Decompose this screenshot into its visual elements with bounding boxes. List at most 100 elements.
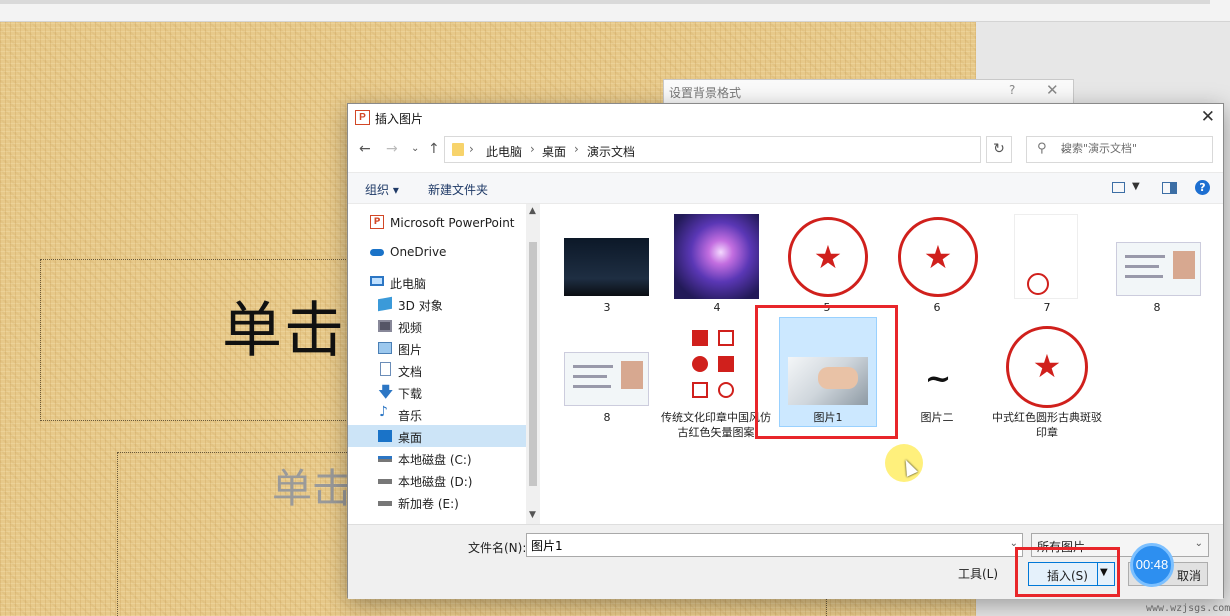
id-card-thumbnail <box>1116 242 1201 296</box>
sidebar-item-label: 此电脑 <box>390 277 427 291</box>
sidebar-item-label: Microsoft PowerPoint <box>390 216 515 230</box>
navigation-pane: P Microsoft PowerPoint OneDrive 此电脑 3D 对… <box>348 204 540 524</box>
photo <box>1173 251 1195 279</box>
computer-icon <box>370 276 384 286</box>
sidebar-item-label: 本地磁盘 (D:) <box>398 475 473 489</box>
powerpoint-icon: P <box>355 110 370 125</box>
sidebar-item-onedrive[interactable]: OneDrive <box>348 241 526 263</box>
file-name: 8 <box>603 411 611 424</box>
document-thumbnail <box>1014 214 1078 299</box>
close-button[interactable]: ✕ <box>1201 107 1215 127</box>
folder-icon <box>452 143 464 156</box>
title-placeholder-text: 单击 <box>222 296 346 366</box>
text-line <box>1125 265 1159 268</box>
dialog-titlebar: P 插入图片 ✕ <box>348 104 1223 132</box>
scroll-up-icon[interactable]: ▲ <box>529 206 536 216</box>
cube-icon <box>378 296 392 312</box>
star-icon: ★ <box>813 238 843 276</box>
sidebar-item-label: 3D 对象 <box>398 299 443 313</box>
drive-icon <box>378 479 392 484</box>
seal-mark <box>692 382 708 398</box>
breadcrumb-separator: › <box>530 142 535 156</box>
ribbon-edge <box>0 0 1210 4</box>
close-icon[interactable]: ✕ <box>1046 81 1059 99</box>
sidebar-item-drive-c[interactable]: 本地磁盘 (C:) <box>348 447 526 469</box>
dialog-title: 插入图片 <box>375 112 424 126</box>
drive-icon <box>378 501 392 506</box>
organize-button[interactable]: 组织 ▾ <box>365 181 399 198</box>
stamp-thumbnail: ★ <box>1006 326 1088 408</box>
calligraphy-thumbnail: ~ <box>896 350 980 406</box>
sidebar-item-music[interactable]: ♪ 音乐 <box>348 403 526 425</box>
chevron-down-icon[interactable]: ▼ <box>1132 181 1140 192</box>
preview-pane-icon[interactable] <box>1162 182 1177 194</box>
music-icon: ♪ <box>379 404 388 420</box>
view-options-icon[interactable] <box>1112 182 1125 193</box>
new-folder-button[interactable]: 新建文件夹 <box>428 181 488 198</box>
up-arrow-icon[interactable]: ↑ <box>428 141 440 157</box>
subtitle-placeholder-text: 单击 <box>272 466 352 512</box>
sidebar-item-label: 本地磁盘 (C:) <box>398 453 472 467</box>
chevron-down-icon[interactable]: ⌄ <box>1195 538 1203 549</box>
sidebar-item-videos[interactable]: 视频 <box>348 315 526 337</box>
filename-input[interactable] <box>531 538 1001 552</box>
breadcrumb-folder[interactable]: 演示文档 <box>587 143 635 160</box>
recent-chevron-icon[interactable]: ⌄ <box>411 143 419 154</box>
scrollbar-thumb[interactable] <box>529 242 537 486</box>
cloud-icon <box>370 249 384 256</box>
breadcrumb-separator: › <box>574 142 579 156</box>
sidebar-item-desktop[interactable]: 桌面 <box>348 425 526 447</box>
sidebar-item-pictures[interactable]: 图片 <box>348 337 526 359</box>
sidebar-item-label: 新加卷 (E:) <box>398 497 459 511</box>
back-arrow-icon[interactable]: ← <box>359 141 371 157</box>
navigation-bar: ← → ⌄ ↑ › 此电脑 › 桌面 › 演示文档 ⌄ ↻ ⚲ <box>348 134 1223 166</box>
desktop-icon <box>378 430 392 442</box>
forward-arrow-icon[interactable]: → <box>386 141 398 157</box>
file-name: 8 <box>1153 301 1161 314</box>
breadcrumb-desktop[interactable]: 桌面 <box>542 143 566 160</box>
tools-menu[interactable]: 工具(L) <box>958 565 998 582</box>
sidebar-item-label: 文档 <box>398 365 423 379</box>
search-icon: ⚲ <box>1037 141 1047 156</box>
sidebar-item-label: OneDrive <box>390 245 447 259</box>
sidebar-item-downloads[interactable]: 🡇 下载 <box>348 381 526 403</box>
file-name: 3 <box>603 301 611 314</box>
seal-mark <box>718 382 734 398</box>
seal-mark <box>692 330 708 346</box>
text-line <box>573 385 611 388</box>
help-icon[interactable]: ? <box>1195 180 1210 195</box>
file-name: 7 <box>1043 301 1051 314</box>
breadcrumb-separator: › <box>469 142 474 156</box>
recording-timer: 00:48 <box>1130 543 1174 587</box>
seal-mark <box>692 356 708 372</box>
document-icon <box>380 362 391 376</box>
navigation-scrollbar[interactable]: ▲ ▼ <box>526 204 540 524</box>
video-icon <box>378 320 392 332</box>
sidebar-item-powerpoint[interactable]: P Microsoft PowerPoint <box>348 212 526 234</box>
refresh-button[interactable]: ↻ <box>986 136 1012 163</box>
stamp-thumbnail: ★ <box>898 217 978 297</box>
search-box[interactable]: ⚲ <box>1026 136 1213 163</box>
text-line <box>1125 255 1165 258</box>
seals-thumbnail <box>684 324 748 408</box>
filename-label: 文件名(N): <box>468 541 527 555</box>
watermark: www.wzjsgs.com <box>1146 603 1230 614</box>
scroll-down-icon[interactable]: ▼ <box>529 510 536 520</box>
sidebar-item-drive-d[interactable]: 本地磁盘 (D:) <box>348 469 526 491</box>
sidebar-item-drive-e[interactable]: 新加卷 (E:) <box>348 491 526 513</box>
sidebar-item-3d-objects[interactable]: 3D 对象 <box>348 293 526 315</box>
seal-mark <box>718 356 734 372</box>
breadcrumb-this-pc[interactable]: 此电脑 <box>486 143 522 160</box>
id-card-thumbnail <box>564 352 649 406</box>
night-sky-thumbnail <box>564 238 649 296</box>
star-icon: ★ <box>1032 347 1062 385</box>
sidebar-item-documents[interactable]: 文档 <box>348 359 526 381</box>
powerpoint-icon: P <box>370 215 384 229</box>
galaxy-thumbnail <box>674 214 759 299</box>
address-bar[interactable]: › 此电脑 › 桌面 › 演示文档 ⌄ <box>444 136 1068 163</box>
help-icon[interactable]: ? <box>1009 83 1015 97</box>
filename-field[interactable]: ⌄ <box>526 533 1023 557</box>
sidebar-item-this-pc[interactable]: 此电脑 <box>348 271 526 293</box>
highlight-box-insert <box>1015 547 1120 597</box>
search-input[interactable] <box>1061 142 1206 155</box>
